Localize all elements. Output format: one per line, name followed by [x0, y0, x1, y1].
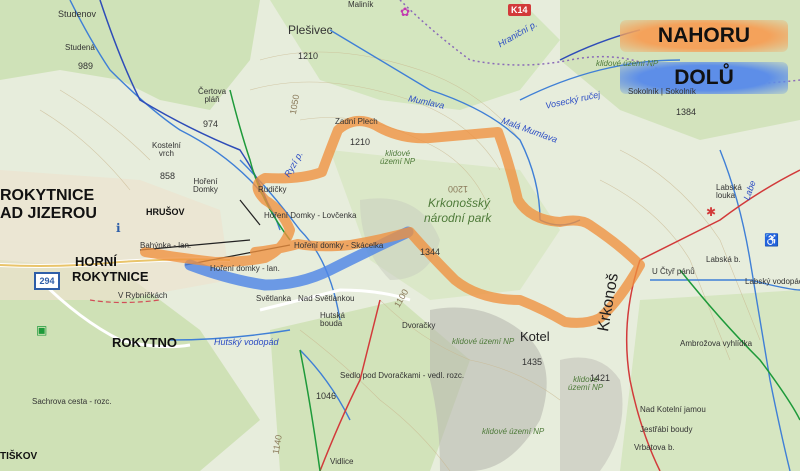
elev-1421: 1421: [590, 373, 611, 383]
elev-989: 989: [78, 61, 94, 71]
elev-974: 974: [203, 119, 219, 129]
peak-zadni-plech: Zadní Plech: [335, 117, 378, 126]
place-studenov: Studenov: [58, 9, 97, 19]
town-horni-rokytnice-line1: HORNÍ: [75, 254, 117, 269]
place-horeni-domky-skacelka: Hoření domky - Skácelka: [294, 241, 384, 250]
legend-up-label: NAHORU: [620, 20, 788, 52]
elev-1384: 1384: [676, 107, 697, 117]
place-certova-plan: Čertova pláň: [198, 87, 227, 104]
place-kostelni-vrch: Kostelní vrch: [152, 141, 181, 158]
zone-label-3: klidové území NP: [452, 337, 515, 346]
place-sokolnik: Sokolník | Sokolník: [628, 87, 696, 96]
place-jestrabi-boudy: Jestřábí boudy: [640, 425, 693, 434]
place-labska-bouda: Labská b.: [706, 255, 741, 264]
town-rokytnice-line2: AD JIZEROU: [0, 205, 97, 222]
place-malinik: Maliník: [348, 0, 374, 9]
parking-icon: ▣: [36, 323, 48, 337]
place-nad-kotelni-jamou: Nad Kotelní jamou: [640, 405, 706, 414]
town-horni-rokytnice-line2: ROKYTNICE: [72, 269, 149, 284]
place-svetlanka: Světlanka: [256, 294, 292, 303]
place-vidlice: Vidlice: [330, 457, 354, 466]
elev-plesivec: 1210: [298, 51, 319, 61]
place-nad-svetlankou: Nad Světlankou: [298, 294, 355, 303]
place-labsky-vodopad: Labský vodopád: [745, 277, 800, 286]
peak-kotel: Kotel: [520, 329, 550, 344]
town-rokytnice-line1: ROKYTNICE: [0, 187, 95, 204]
place-sachrova-cesta: Sachrova cesta - rozc.: [32, 397, 112, 406]
place-horeni-domky-lan: Hoření domky - lan.: [210, 264, 280, 273]
hiking-icon: ✿: [400, 5, 411, 19]
place-studena: Studená: [65, 43, 95, 52]
peak-plesivec: Plešivec: [288, 23, 333, 37]
place-labska-louka: Labská louka: [716, 183, 742, 200]
elev-zadni-plech: 1210: [350, 137, 371, 147]
trail-marker-k14: K14: [508, 4, 531, 16]
cycling-icon: ♿: [764, 233, 779, 247]
place-horeni-domky-lovcenka: Hoření Domky - Lovčenka: [264, 211, 357, 220]
zone-label-1: klidové území NP: [380, 149, 416, 166]
park-label-line1: Krkonošský: [428, 196, 491, 210]
elev-1046: 1046: [316, 391, 337, 401]
stream-hutsky-vodopad: Hutský vodopád: [214, 337, 279, 347]
place-bahynka-lan: Bahýnka - lan.: [140, 241, 192, 250]
place-ambrozova-vyhlidka: Ambrožova vyhlídka: [680, 339, 753, 348]
park-label-line2: národní park: [424, 211, 492, 225]
place-v-rybnickach: V Rybníčkách: [118, 291, 168, 300]
elev-1344: 1344: [420, 247, 441, 257]
town-rokytno: ROKYTNO: [112, 335, 177, 350]
place-hutska-bouda: Hutská bouda: [320, 311, 345, 328]
zone-label-5: klidové území NP: [482, 427, 545, 436]
place-rudicky: Rudičky: [258, 185, 287, 194]
elev-858: 858: [160, 171, 176, 181]
town-tiskov: TIŠKOV: [0, 451, 38, 462]
zone-label-2: klidové území NP: [596, 59, 659, 68]
place-horeni-domky: Hoření Domky: [193, 177, 218, 194]
info-icon: ℹ: [116, 221, 121, 235]
elev-1200: 1200: [448, 184, 469, 194]
road-badge-294: 294: [34, 272, 60, 290]
place-u-ctyr-panu: U Čtyř pánů: [652, 267, 695, 276]
place-vrbatova-bouda: Vrbatova b.: [634, 443, 675, 452]
viewpoint-icon: ✱: [706, 205, 717, 219]
town-hrusov: HRUŠOV: [146, 207, 185, 217]
place-dvoracky: Dvoračky: [402, 321, 436, 330]
map[interactable]: NAHORU DOLŮ 294 ROKYTNICE AD JIZEROU HOR…: [0, 0, 800, 471]
place-sedlo-pod-dvorackami: Sedlo pod Dvoračkami - vedl. rozc.: [340, 371, 465, 380]
elev-kotel: 1435: [522, 357, 543, 367]
